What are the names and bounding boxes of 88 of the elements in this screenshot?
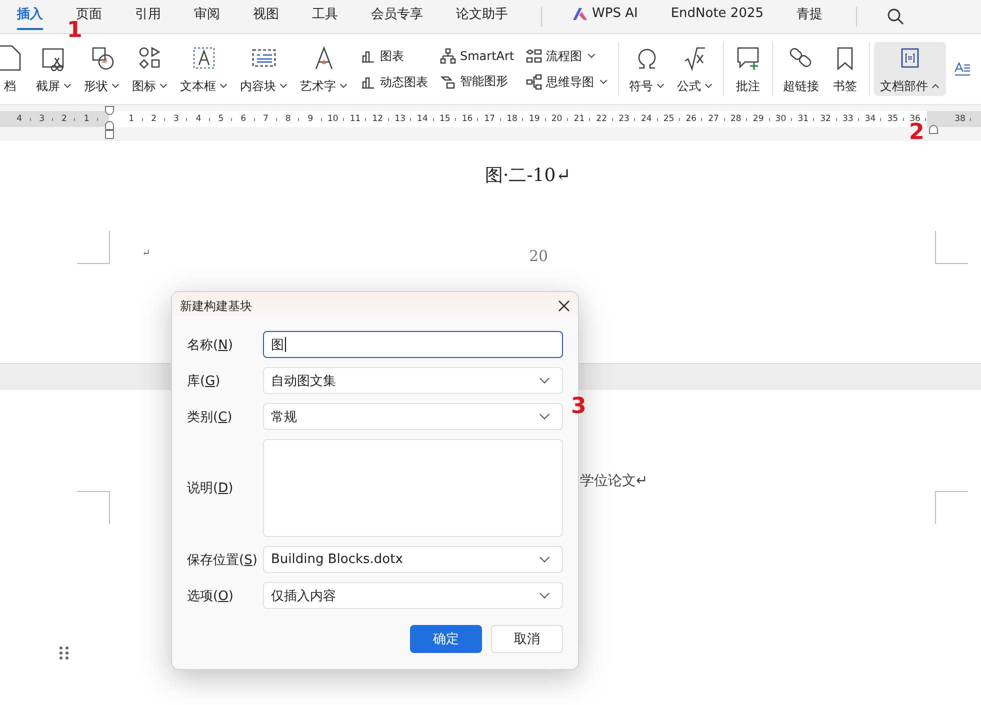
ruler-number: 29 [747, 111, 770, 127]
ribbon-button[interactable]: SmartArt [440, 48, 514, 64]
ruler-number: 4 [8, 111, 31, 127]
paragraph-mark: ↵ [142, 248, 150, 259]
ribbon-tab[interactable]: 审阅 [194, 4, 220, 30]
ruler-number: 13 [388, 111, 412, 127]
body-text: 学位论文↵ [580, 472, 648, 490]
ruler-number: 4 [187, 111, 210, 127]
ruler-number: 27 [702, 111, 725, 127]
field-label: 说明(D) [187, 480, 234, 497]
ribbon-tab[interactable]: 论文助手 [456, 4, 508, 30]
ruler-number: 1 [75, 111, 98, 127]
ribbon-button[interactable]: 截屏 [30, 42, 78, 96]
ruler-number: 5 [210, 111, 232, 127]
ribbon-button[interactable]: 思维导图 [526, 74, 608, 90]
ruler-number: 22 [590, 111, 613, 127]
ribbon-tab[interactable]: 青提 [796, 4, 823, 30]
ruler-number: 33 [836, 111, 860, 127]
ribbon-button[interactable]: 书签 [825, 42, 866, 96]
ribbon-tab[interactable]: 视图 [253, 4, 279, 30]
ok-button[interactable]: 确定 [410, 625, 482, 653]
field-label: 名称(N) [187, 336, 234, 354]
ruler-number: 23 [612, 111, 636, 127]
ruler-number: 8 [276, 111, 300, 127]
ruler-number: 21 [568, 111, 590, 127]
ribbon-button[interactable]: 批注 [728, 42, 768, 96]
ruler-number: 10 [322, 111, 344, 127]
ribbon-button[interactable]: 艺术字 [294, 42, 354, 96]
ruler-number: 31 [792, 111, 814, 127]
ruler-number: 26 [680, 111, 702, 127]
figure-caption: 图·二-10↵ [485, 164, 571, 187]
dropdown-field[interactable]: 仅插入内容 [263, 582, 563, 609]
ruler-number: 1 [120, 111, 143, 127]
ruler-number: 11 [344, 111, 366, 127]
ribbon-button[interactable]: 公式 [671, 42, 720, 96]
ribbon-button[interactable]: 文档部件 [874, 42, 946, 96]
field-label: 库(G) [187, 372, 222, 390]
ribbon-button[interactable]: 智能图形 [440, 73, 514, 90]
ribbon-tab[interactable]: 引用 [135, 4, 161, 30]
ribbon-tab[interactable]: EndNote 2025 [670, 4, 764, 30]
ruler-number: 2 [52, 111, 76, 127]
page-number: 20 [529, 247, 548, 265]
field-label: 类别(C) [187, 408, 234, 426]
ribbon-button[interactable]: 形状 [78, 42, 126, 96]
ruler-number: 34 [859, 111, 882, 127]
ribbon-tab[interactable]: WPS AI [572, 4, 638, 30]
ribbon-button[interactable]: 动态图表 [360, 74, 428, 90]
dropdown-field[interactable]: 常规 [263, 403, 563, 430]
ribbon-button[interactable]: 符号 [623, 42, 672, 96]
ribbon-button[interactable]: 图表 [360, 48, 428, 64]
ruler-number: 16 [456, 111, 478, 127]
ruler-number: 25 [658, 111, 680, 127]
ruler-number: 9 [299, 111, 322, 127]
ribbon-button[interactable]: 文本框 [174, 42, 234, 96]
ruler-number: 12 [366, 111, 389, 127]
ruler-number: 7 [254, 111, 277, 127]
ribbon-tab[interactable]: 工具 [312, 4, 338, 30]
ruler-number: 20 [546, 111, 568, 127]
ruler-number: 35 [881, 111, 904, 127]
ruler-number: 19 [523, 111, 546, 127]
ruler-number: 32 [814, 111, 837, 127]
cancel-button[interactable]: 取消 [491, 625, 563, 653]
ribbon-tab[interactable]: 会员专享 [371, 4, 423, 30]
ruler-number: 2 [142, 111, 165, 127]
ribbon-button[interactable]: 档 [0, 42, 30, 96]
ribbon-button[interactable]: 图标 [126, 42, 174, 96]
ruler-number: 3 [30, 111, 53, 127]
ribbon-button[interactable]: 超链接 [777, 42, 826, 96]
ruler-number: 14 [411, 111, 434, 127]
ruler-number: 38 [948, 111, 972, 127]
field-label: 保存位置(S) [187, 552, 258, 568]
step-number: 3 [571, 396, 586, 418]
dropdown-field[interactable]: 自动图文集 [263, 367, 563, 394]
ruler-number: 30 [770, 111, 792, 127]
ruler-number: 3 [164, 111, 188, 127]
ruler-number: 15 [434, 111, 456, 127]
ruler-number: 17 [478, 111, 501, 127]
ribbon-button[interactable]: 内容块 [234, 42, 294, 96]
field-label: 选项(O) [187, 588, 234, 604]
ruler-number: 24 [635, 111, 658, 127]
dropdown-field[interactable]: Building Blocks.dotx [263, 546, 563, 573]
ruler-number: 28 [724, 111, 748, 127]
ruler-number: 18 [500, 111, 524, 127]
ruler-number: 6 [232, 111, 255, 127]
input-field[interactable]: 图 [263, 331, 563, 358]
ribbon-button[interactable]: 流程图 [526, 48, 608, 64]
ribbon-tab[interactable]: 插入 [17, 4, 43, 30]
dialog-title: 新建构建基块 [180, 298, 252, 314]
